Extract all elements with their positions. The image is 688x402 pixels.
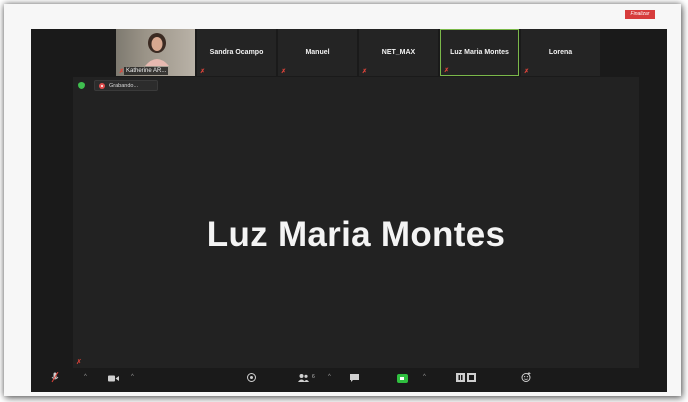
record-pause-stop-icon[interactable]	[456, 373, 476, 382]
share-screen-icon[interactable]	[397, 374, 408, 383]
muted-mic-icon: ✗	[200, 69, 206, 75]
participant-strip: ✗ Katherine AR... Sandra Ocampo ✗ Manuel…	[116, 29, 600, 77]
muted-mic-icon: ✗	[281, 69, 287, 75]
participant-tile[interactable]: Manuel ✗	[278, 29, 357, 76]
muted-mic-icon: ✗	[362, 69, 368, 75]
video-camera-icon[interactable]	[108, 375, 119, 382]
reactions-icon[interactable]	[521, 372, 531, 382]
recording-indicator[interactable]: Grabando...	[94, 80, 158, 91]
participant-name: Katherine AR...	[124, 67, 169, 75]
muted-mic-icon: ✗	[444, 68, 450, 74]
participant-name: NET_MAX	[381, 49, 416, 56]
audio-options-caret-icon[interactable]: ^	[84, 374, 87, 380]
participant-tile-video[interactable]: ✗ Katherine AR...	[116, 29, 195, 76]
participant-tile-active[interactable]: Luz Maria Montes ✗	[440, 29, 519, 76]
chat-icon[interactable]	[350, 374, 359, 382]
mute-mic-icon[interactable]	[51, 372, 59, 383]
recording-icon	[99, 83, 105, 89]
active-speaker-name: Luz Maria Montes	[206, 215, 506, 254]
share-options-caret-icon[interactable]: ^	[423, 374, 426, 380]
meeting-toolbar: ^ ^ 6 ^ ^	[31, 369, 667, 392]
participant-tile[interactable]: Sandra Ocampo ✗	[197, 29, 276, 76]
participant-tile[interactable]: NET_MAX ✗	[359, 29, 438, 76]
muted-mic-icon: ✗	[76, 359, 82, 366]
participants-icon[interactable]	[298, 374, 309, 382]
muted-mic-icon: ✗	[524, 69, 530, 75]
participant-name: Lorena	[548, 49, 573, 56]
participant-name: Manuel	[305, 49, 330, 56]
active-speaker-view: Grabando... Luz Maria Montes ✗	[73, 77, 639, 368]
participant-name: Sandra Ocampo	[209, 49, 264, 56]
security-shield-icon[interactable]	[78, 82, 85, 89]
recording-label: Grabando...	[109, 83, 139, 89]
meeting-window: ✗ Katherine AR... Sandra Ocampo ✗ Manuel…	[31, 29, 667, 392]
participants-caret-icon[interactable]: ^	[328, 374, 331, 380]
end-meeting-button[interactable]: Finalizar	[625, 10, 655, 19]
participant-photo	[145, 33, 169, 66]
participant-tile[interactable]: Lorena ✗	[521, 29, 600, 76]
video-options-caret-icon[interactable]: ^	[131, 374, 134, 380]
participants-count: 6	[312, 374, 315, 380]
screenshot-frame: ✗ Katherine AR... Sandra Ocampo ✗ Manuel…	[4, 4, 681, 396]
participant-name: Luz Maria Montes	[450, 49, 509, 56]
security-icon[interactable]	[247, 373, 256, 382]
